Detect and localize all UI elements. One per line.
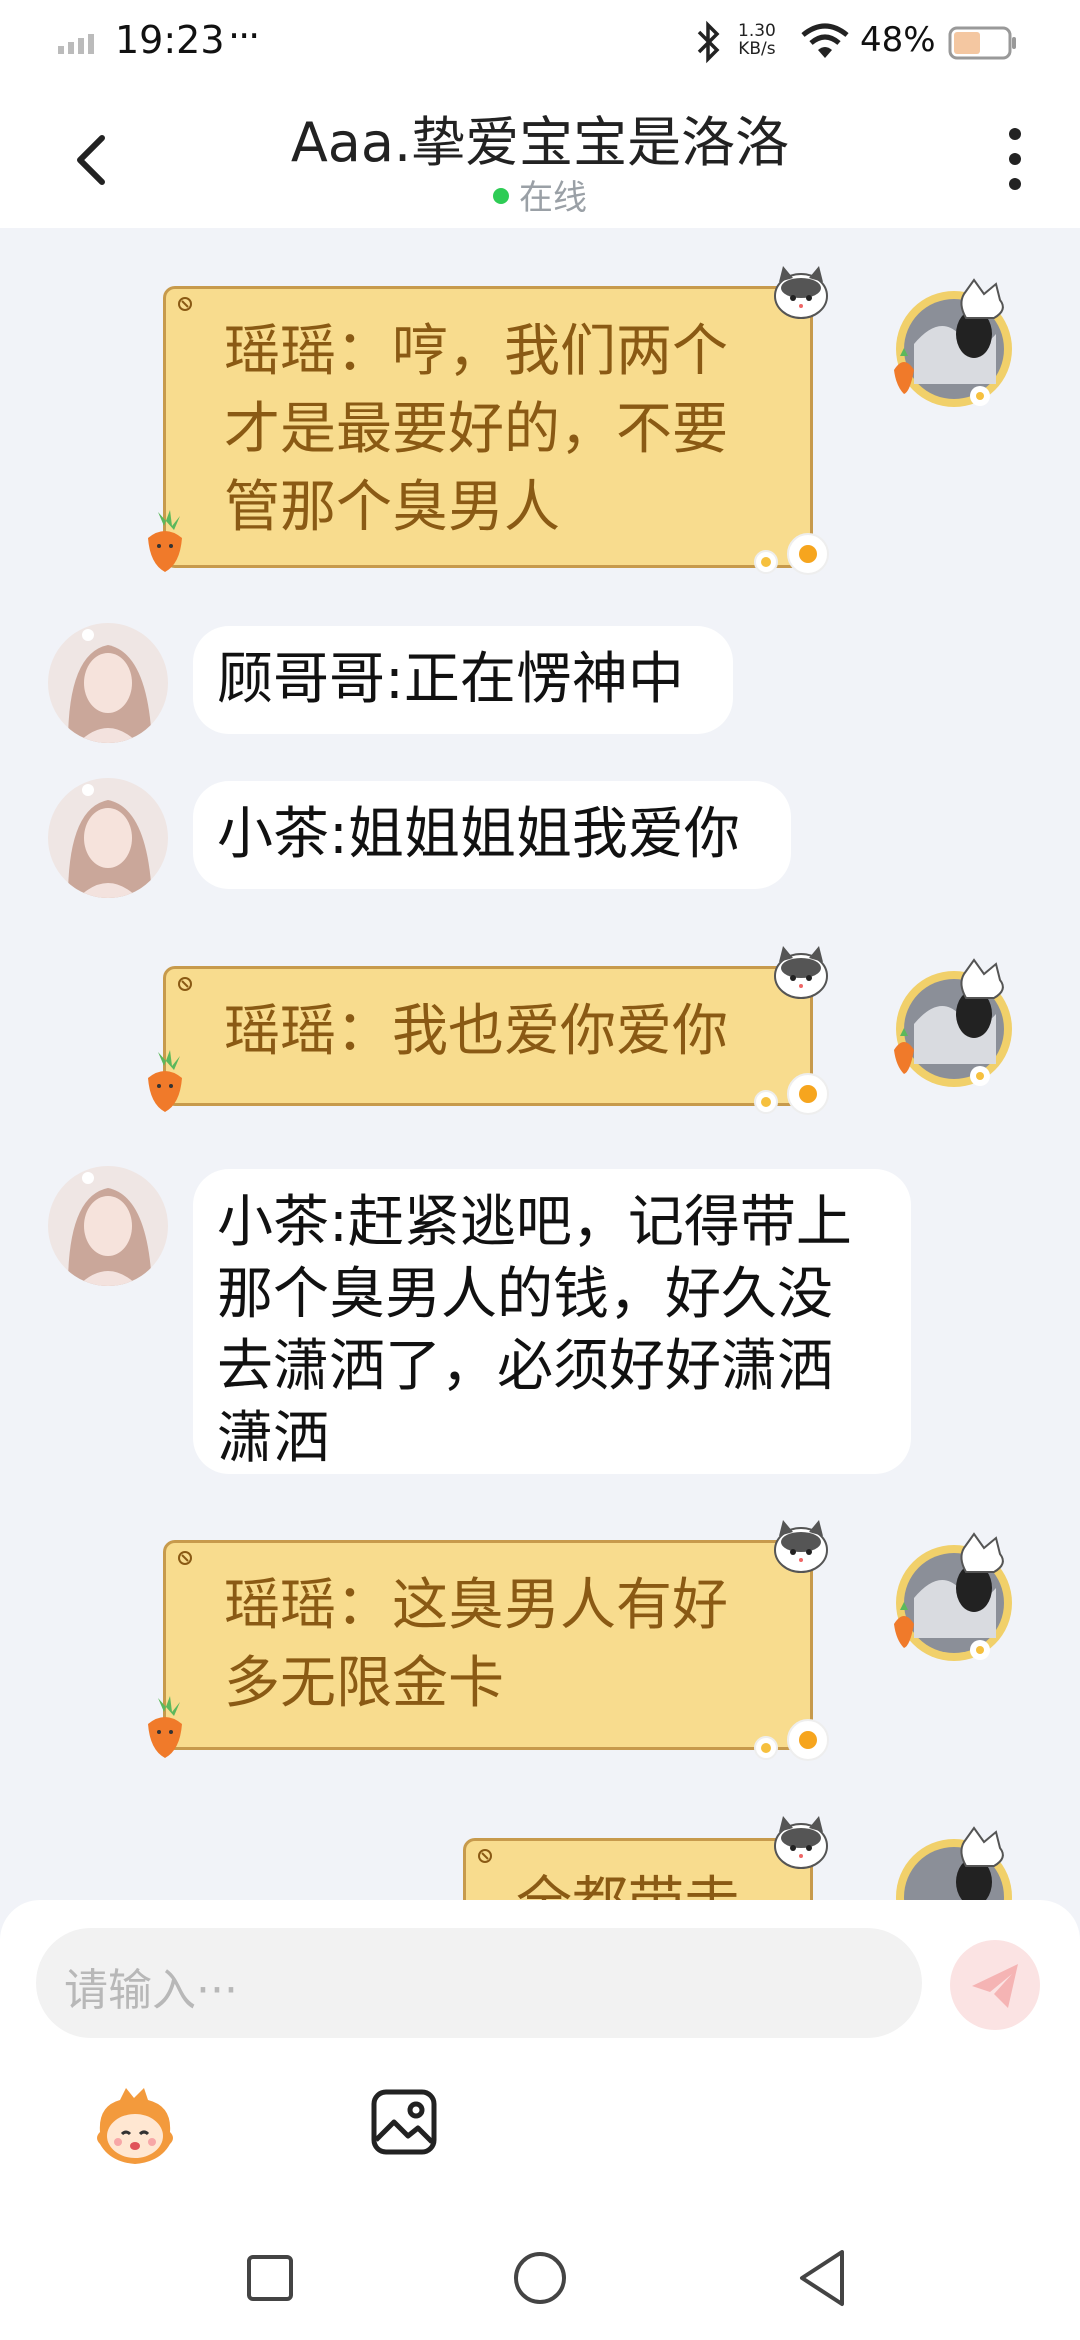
my-avatar[interactable] xyxy=(884,1528,1024,1668)
home-nav-icon[interactable] xyxy=(512,2250,568,2306)
cat-sticker-icon xyxy=(774,946,828,999)
pin-icon xyxy=(178,297,192,311)
send-button[interactable] xyxy=(950,1940,1040,2030)
other-message-bubble[interactable]: 小茶:姐姐姐姐我爱你 xyxy=(193,781,791,889)
avatar-frame xyxy=(894,958,1012,1087)
avatar-frame xyxy=(896,1826,1012,1900)
back-nav-icon[interactable] xyxy=(796,2248,848,2308)
emoji-button[interactable] xyxy=(90,2082,180,2172)
avatar-frame xyxy=(894,1532,1012,1661)
message-text: 瑶瑶：我也爱你爱你 xyxy=(224,999,728,1064)
my-message-bubble[interactable]: 瑶瑶：哼，我们两个才是最要好的，不要管那个臭男人 xyxy=(163,286,813,568)
message-text: 瑶瑶：哼，我们两个才是最要好的，不要管那个臭男人 xyxy=(224,319,728,540)
image-icon xyxy=(371,2089,437,2155)
pin-icon xyxy=(178,1551,192,1565)
clock: 19:23 xyxy=(115,18,225,62)
cat-sticker-icon xyxy=(774,1520,828,1573)
wifi-icon xyxy=(801,23,849,58)
online-status-label: 在线 xyxy=(519,178,587,218)
my-avatar[interactable] xyxy=(884,274,1024,414)
sender-avatar[interactable] xyxy=(48,623,168,743)
chat-title: Aaa.挚爱宝宝是洛洛 xyxy=(290,111,790,174)
chat-header: Aaa.挚爱宝宝是洛洛 在线 xyxy=(0,84,1080,228)
composer: 请输入··· xyxy=(0,1900,1080,2340)
message-text: 瑶瑶：这臭男人有好多无限金卡 xyxy=(224,1573,728,1716)
emoji-mascot-icon xyxy=(97,2088,173,2164)
message-text: 小茶:姐姐姐姐我爱你 xyxy=(217,802,740,867)
avatar-photo xyxy=(48,778,168,898)
online-status: 在线 xyxy=(0,170,1080,219)
other-message-bubble[interactable]: 顾哥哥:正在愣神中 xyxy=(193,626,733,734)
message-row-me: 瑶瑶：这臭男人有好多无限金卡 xyxy=(0,1508,1080,1808)
bluetooth-icon xyxy=(697,20,720,64)
other-message-bubble[interactable]: 小茶:赶紧逃吧，记得带上那个臭男人的钱，好久没去潇洒了，必须好好潇洒潇洒 xyxy=(193,1169,911,1474)
battery-icon xyxy=(948,26,1016,60)
carrot-sticker-icon xyxy=(148,510,182,572)
message-row-other: 顾哥哥:正在愣神中 xyxy=(0,623,1080,753)
cat-sticker-icon xyxy=(774,1816,828,1869)
status-bar: 19:23 ··· 1.30 KB/s 48% xyxy=(0,0,1080,84)
message-row-other: 小茶:姐姐姐姐我爱你 xyxy=(0,778,1080,908)
pin-icon xyxy=(478,1849,492,1863)
sender-avatar[interactable] xyxy=(48,1166,168,1286)
message-row-other: 小茶:赶紧逃吧，记得带上那个臭男人的钱，好久没去潇洒了，必须好好潇洒潇洒 xyxy=(0,1166,1080,1486)
message-list[interactable]: 瑶瑶：哼，我们两个才是最要好的，不要管那个臭男人 顾哥哥:正在愣神中 小茶:姐姐… xyxy=(0,228,1080,1900)
cat-sticker-icon xyxy=(774,266,828,319)
my-avatar[interactable] xyxy=(884,954,1024,1094)
signal-icon xyxy=(58,34,94,54)
message-text: 顾哥哥:正在愣神中 xyxy=(217,647,684,712)
my-message-bubble[interactable]: 全都带走 xyxy=(463,1838,813,1900)
my-message-bubble[interactable]: 瑶瑶：这臭男人有好多无限金卡 xyxy=(163,1540,813,1750)
egg-sticker-icon xyxy=(754,1719,829,1761)
message-text: 全都带走 xyxy=(516,1871,740,1900)
message-input[interactable]: 请输入··· xyxy=(36,1928,922,2038)
carrot-sticker-icon xyxy=(148,1050,182,1112)
avatar-photo xyxy=(48,1166,168,1286)
carrot-sticker-icon xyxy=(148,1696,182,1758)
image-button[interactable] xyxy=(368,2086,440,2158)
online-dot xyxy=(493,187,509,204)
egg-sticker-icon xyxy=(754,533,829,575)
input-placeholder: 请输入··· xyxy=(64,1965,238,2016)
pin-icon xyxy=(178,977,192,991)
sender-avatar[interactable] xyxy=(48,778,168,898)
my-message-bubble[interactable]: 瑶瑶：我也爱你爱你 xyxy=(163,966,813,1106)
avatar-frame xyxy=(894,278,1012,407)
message-row-me: 全都带走 xyxy=(0,1808,1080,1900)
avatar-photo xyxy=(48,623,168,743)
network-speed: 1.30 KB/s xyxy=(738,21,776,59)
send-icon xyxy=(972,1964,1018,2008)
message-row-me: 瑶瑶：哼，我们两个才是最要好的，不要管那个臭男人 xyxy=(0,228,1080,588)
my-avatar[interactable] xyxy=(884,1822,1024,1900)
recents-nav-icon[interactable] xyxy=(246,2254,294,2302)
more-notifications-indicator: ··· xyxy=(228,14,260,58)
egg-sticker-icon xyxy=(754,1073,829,1115)
more-vertical-icon[interactable] xyxy=(1000,124,1030,194)
battery-percent: 48% xyxy=(860,20,936,60)
message-text: 小茶:赶紧逃吧，记得带上那个臭男人的钱，好久没去潇洒了，必须好好潇洒潇洒 xyxy=(217,1190,852,1471)
